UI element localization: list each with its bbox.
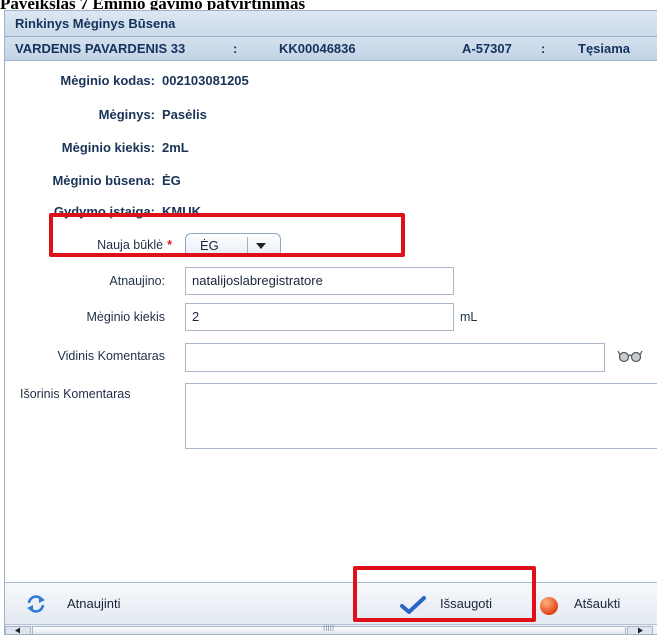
arrow-right-icon <box>638 627 643 634</box>
sample-status-window: Rinkinys Mėginys Būsena VARDENIS PAVARDE… <box>4 10 657 635</box>
refresh-label: Atnaujinti <box>67 596 121 611</box>
external-comment-label: Išorinis Komentaras <box>20 387 131 401</box>
highlight-save-button <box>353 566 536 622</box>
status-label: Mėginio būsena: <box>52 173 155 188</box>
updated-by-field[interactable]: natalijoslabregistratore <box>185 267 454 295</box>
status-value: ĖG <box>162 173 181 188</box>
patient-code: KK00046836 <box>279 41 356 56</box>
info-separator: : <box>541 41 546 56</box>
glasses-icon[interactable] <box>617 349 643 363</box>
horizontal-scrollbar[interactable]: IIIII <box>5 624 657 634</box>
scroll-thumb[interactable]: IIIII <box>32 624 626 634</box>
cancel-label: Atšaukti <box>574 596 621 611</box>
refresh-icon <box>27 595 45 613</box>
order-status: Tęsiama <box>578 41 631 56</box>
cancel-button[interactable]: Atšaukti <box>536 583 657 625</box>
patient-info-bar: VARDENIS PAVARDENIS 33 : KK00046836 A-57… <box>5 37 657 61</box>
updated-by-label: Atnaujino: <box>109 274 165 288</box>
scroll-grip: IIIII <box>323 624 335 633</box>
refresh-button[interactable]: Atnaujinti <box>17 583 157 625</box>
bottom-toolbar: Atnaujinti Išsaugoti Atšaukti <box>5 582 657 624</box>
external-comment-field[interactable] <box>185 383 657 449</box>
scroll-left-arrow[interactable] <box>5 626 31 634</box>
internal-comment-field[interactable] <box>185 343 605 372</box>
internal-comment-label: Vidinis Komentaras <box>57 349 165 363</box>
amount-value: 2mL <box>162 140 189 155</box>
amount-field-label: Mėginio kiekis <box>86 310 165 324</box>
amount-field[interactable]: 2 <box>185 303 454 331</box>
cancel-circle-icon <box>540 597 558 615</box>
sample-code-label: Mėginio kodas: <box>60 73 155 88</box>
order-number: A-57307 <box>462 41 512 56</box>
patient-name: VARDENIS PAVARDENIS 33 <box>15 41 186 56</box>
amount-unit: mL <box>460 310 478 324</box>
sample-label: Mėginys: <box>98 107 155 122</box>
highlight-new-state <box>49 213 405 257</box>
amount-label: Mėginio kiekis: <box>61 140 155 155</box>
sample-code-value: 002103081205 <box>162 73 249 88</box>
scroll-right-arrow[interactable] <box>627 626 653 634</box>
info-separator: : <box>233 41 238 56</box>
sample-value: Pasėlis <box>162 107 207 122</box>
figure-caption: Paveikslas 7 Ėminio gavimo patvirtinimas <box>0 0 306 13</box>
arrow-left-icon <box>15 627 20 634</box>
window-title: Rinkinys Mėginys Būsena <box>5 11 657 37</box>
